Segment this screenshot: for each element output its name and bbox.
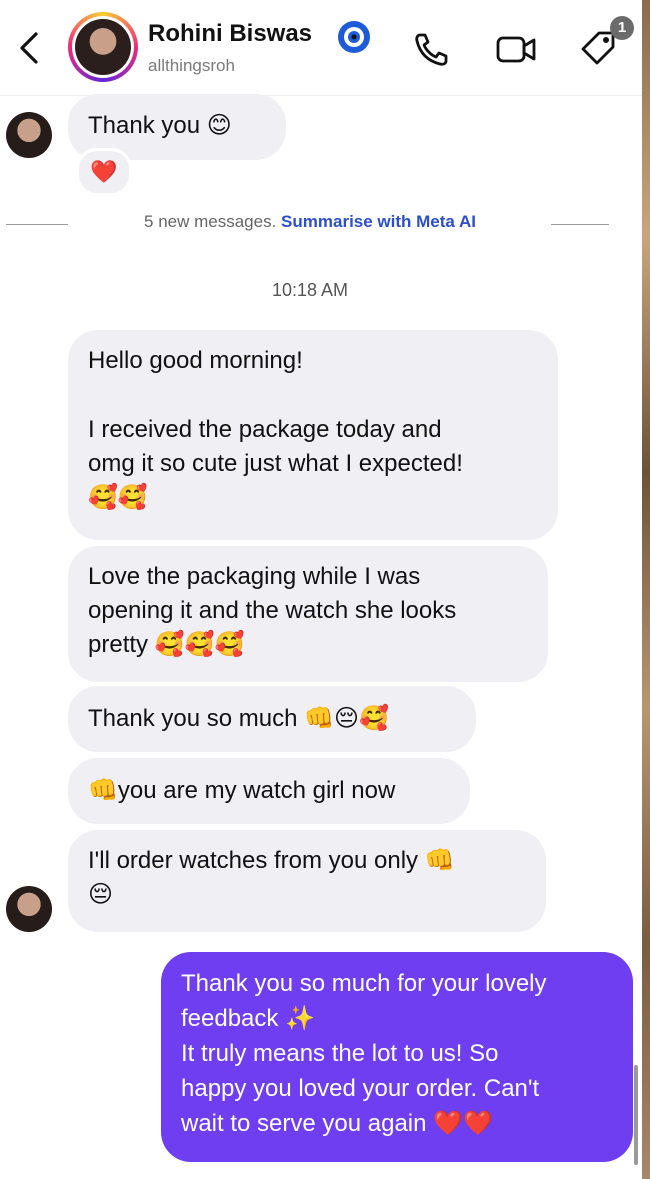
message-line: wait to serve you again ❤️❤️	[181, 1110, 493, 1137]
contact-avatar-small[interactable]	[6, 112, 52, 158]
heart-reaction[interactable]: ❤️	[76, 148, 132, 196]
message-bubble-2[interactable]: Love the packaging while I was opening i…	[68, 546, 548, 682]
message-line: Love the packaging while I was	[88, 563, 421, 590]
message-text: Thank you 😊	[88, 112, 232, 139]
chevron-left-icon[interactable]	[14, 28, 44, 68]
message-line: It truly means the lot to us! So	[181, 1040, 499, 1067]
message-bubble-4[interactable]: 👊you are my watch girl now	[68, 758, 470, 824]
message-bubble-1[interactable]: Hello good morning! I received the packa…	[68, 330, 558, 540]
new-messages-divider: 5 new messages. Summarise with Meta AI	[0, 212, 620, 232]
message-line: I received the package today and	[88, 416, 442, 443]
scrollbar[interactable]	[634, 1065, 638, 1165]
message-line: omg it so cute just what I expected!	[88, 450, 463, 477]
background-edge-strip	[642, 0, 650, 1179]
contact-name[interactable]: Rohini Biswas	[148, 20, 312, 48]
chat-header: Rohini Biswas allthingsroh 1	[0, 0, 642, 96]
message-line: Hello good morning!	[88, 347, 303, 374]
message-line: 😔	[88, 881, 114, 908]
contact-avatar-small[interactable]	[6, 886, 52, 932]
profile-avatar[interactable]	[68, 12, 138, 82]
message-line: I'll order watches from you only 👊	[88, 847, 455, 874]
message-bubble-3[interactable]: Thank you so much 👊😔🥰	[68, 686, 476, 752]
message-line: opening it and the watch she looks	[88, 597, 457, 624]
message-line: Thank you so much for your lovely	[181, 970, 547, 997]
message-line: 🥰🥰	[88, 484, 148, 511]
message-line: 👊you are my watch girl now	[88, 777, 396, 804]
message-line: Thank you so much 👊😔🥰	[88, 705, 389, 732]
message-bubble-5[interactable]: I'll order watches from you only 👊 😔	[68, 830, 546, 932]
phone-icon[interactable]	[410, 27, 454, 71]
verified-badge-icon	[337, 20, 371, 54]
message-line: feedback ✨	[181, 1005, 315, 1032]
outgoing-message-bubble[interactable]: Thank you so much for your lovely feedba…	[161, 952, 633, 1162]
summarise-meta-ai-link[interactable]: Summarise with Meta AI	[281, 212, 476, 231]
avatar-image	[75, 19, 131, 75]
message-line: happy you loved your order. Can't	[181, 1075, 540, 1102]
contact-handle: allthingsroh	[148, 56, 235, 75]
message-blank-line	[88, 378, 538, 413]
tag-badge-count: 1	[610, 16, 634, 40]
message-timestamp: 10:18 AM	[271, 280, 349, 300]
new-messages-text: 5 new messages.	[144, 212, 277, 231]
video-camera-icon[interactable]	[494, 27, 538, 71]
message-line: pretty 🥰🥰🥰	[88, 631, 245, 658]
